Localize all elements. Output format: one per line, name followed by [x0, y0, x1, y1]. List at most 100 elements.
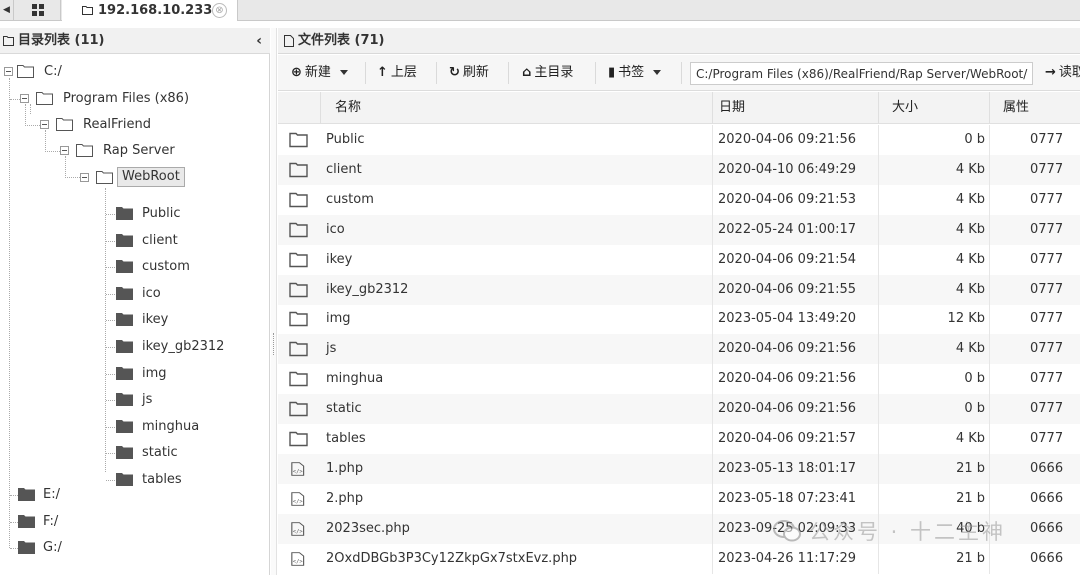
tree-node-child[interactable]: tables: [106, 470, 266, 490]
folder-icon: [116, 340, 133, 353]
code-file-icon: </>: [291, 462, 305, 476]
folder-icon: [116, 313, 133, 326]
tree-node-child[interactable]: ikey: [106, 310, 266, 330]
file-row[interactable]: Public 2020-04-06 09:21:56 0 b 0777: [278, 125, 1080, 155]
folder-icon: [289, 162, 308, 178]
tab-host[interactable]: 192.168.10.233 ⊗: [62, 0, 238, 21]
tree-toggle-icon[interactable]: [80, 173, 89, 182]
folder-icon: [3, 36, 14, 46]
file-date: 2020-04-06 09:21:56: [718, 341, 857, 357]
file-row[interactable]: js 2020-04-06 09:21:56 4 Kb 0777: [278, 334, 1080, 365]
folder-icon: [18, 488, 35, 501]
bookmark-button[interactable]: ▮ 书签: [608, 55, 662, 91]
collapse-panel-button[interactable]: ‹: [256, 28, 262, 54]
directory-panel: 目录列表 (11) ‹ C:/ Program Files (x86) Real…: [0, 28, 270, 575]
chevron-down-icon: [653, 70, 662, 75]
tree-node-webroot[interactable]: WebRoot: [80, 167, 260, 188]
tree-node-child[interactable]: img: [106, 364, 266, 384]
tab-bar: ◀ 192.168.10.233 ⊗: [0, 0, 1080, 21]
tree-node-child[interactable]: minghua: [106, 417, 266, 437]
refresh-icon: ↻: [449, 65, 460, 80]
file-row[interactable]: </> 2.php 2023-05-18 07:23:41 21 b 0666: [278, 483, 1080, 514]
tree-node-drive-f[interactable]: F:/: [10, 512, 130, 532]
tree-node-program-files[interactable]: Program Files (x86): [20, 89, 260, 109]
column-header-size[interactable]: 大小: [878, 92, 989, 124]
tree-node-drive-g[interactable]: G:/: [10, 538, 130, 558]
file-row[interactable]: tables 2020-04-06 09:21:57 4 Kb 0777: [278, 424, 1080, 454]
refresh-button[interactable]: ↻ 刷新: [449, 55, 489, 91]
tree-toggle-icon[interactable]: [4, 67, 13, 76]
folder-icon: [116, 287, 133, 300]
file-row[interactable]: client 2020-04-10 06:49:29 4 Kb 0777: [278, 154, 1080, 185]
tab-host-label: 192.168.10.233: [98, 3, 213, 18]
column-header-name[interactable]: 名称: [320, 92, 712, 124]
file-row[interactable]: ikey_gb2312 2020-04-06 09:21:55 4 Kb 0777: [278, 274, 1080, 305]
file-name: 2OxdDBGb3P3Cy12ZkpGx7stxEvz.php: [326, 550, 578, 566]
arrow-right-icon: →: [1045, 65, 1056, 80]
file-size: 0 b: [964, 371, 985, 387]
file-row[interactable]: </> 2OxdDBGb3P3Cy12ZkpGx7stxEvz.php 2023-0…: [278, 543, 1080, 574]
file-name: ikey: [326, 251, 353, 267]
file-name: minghua: [326, 371, 384, 387]
file-panel-title: 文件列表 (71): [298, 33, 385, 48]
tree-node-selected-label: WebRoot: [117, 167, 185, 187]
column-header-date[interactable]: 日期: [712, 92, 878, 124]
tree-node-rap-server[interactable]: Rap Server: [60, 141, 260, 161]
file-attr: 0777: [1030, 401, 1064, 417]
folder-icon: [82, 6, 93, 15]
file-name: custom: [326, 191, 374, 207]
file-name: js: [326, 341, 337, 357]
tree-line: [25, 125, 40, 126]
file-attr: 0777: [1030, 191, 1064, 207]
file-name: ico: [326, 221, 345, 237]
column-header-attr[interactable]: 属性: [989, 92, 1080, 124]
tree-toggle-icon[interactable]: [20, 94, 29, 103]
tab-scroll-left-button[interactable]: ◀: [0, 0, 14, 20]
file-date: 2020-04-06 09:21:55: [718, 281, 857, 297]
file-row[interactable]: custom 2020-04-06 09:21:53 4 Kb 0777: [278, 184, 1080, 215]
file-icon: [284, 35, 294, 47]
folder-icon: [116, 420, 133, 433]
file-row[interactable]: img 2023-05-04 13:49:20 12 Kb 0777: [278, 304, 1080, 335]
tree-toggle-icon[interactable]: [40, 120, 49, 129]
tree-node-child[interactable]: js: [106, 390, 266, 410]
tree-node-child[interactable]: Public: [106, 204, 266, 224]
tree-node-child[interactable]: static: [106, 443, 266, 463]
file-attr: 0666: [1030, 460, 1064, 476]
tree-node-child[interactable]: client: [106, 231, 266, 251]
folder-icon: [289, 401, 308, 417]
tree-toggle-icon[interactable]: [60, 146, 69, 155]
up-level-button[interactable]: ↑ 上层: [377, 55, 417, 91]
file-panel-header: 文件列表 (71): [278, 28, 1080, 54]
tab-close-icon[interactable]: ⊗: [212, 3, 227, 18]
tree-node-drive-e[interactable]: E:/: [10, 485, 130, 505]
svg-text:</>: </>: [293, 558, 304, 564]
file-row[interactable]: static 2020-04-06 09:21:56 0 b 0777: [278, 394, 1080, 425]
tree-node-child[interactable]: ico: [106, 284, 266, 304]
path-input[interactable]: [690, 62, 1033, 85]
folder-icon: [289, 342, 308, 357]
file-row[interactable]: ikey 2020-04-06 09:21:54 4 Kb 0777: [278, 244, 1080, 275]
file-name: 1.php: [326, 460, 364, 476]
file-size: 4 Kb: [955, 221, 985, 237]
new-button[interactable]: ⊕ 新建: [291, 55, 348, 91]
folder-icon: [116, 393, 133, 406]
tree-node-realfriend[interactable]: RealFriend: [40, 115, 260, 135]
file-row[interactable]: </> 1.php 2023-05-13 18:01:17 21 b 0666: [278, 453, 1080, 484]
file-size: 21 b: [956, 460, 985, 476]
file-row[interactable]: ico 2022-05-24 01:00:17 4 Kb 0777: [278, 214, 1080, 245]
file-name: 2023sec.php: [326, 520, 410, 536]
file-name: img: [326, 311, 351, 327]
panel-splitter[interactable]: [271, 28, 277, 575]
file-row[interactable]: minghua 2020-04-06 09:21:56 0 b 0777: [278, 364, 1080, 395]
read-button[interactable]: → 读取: [1045, 55, 1080, 91]
file-size: 4 Kb: [955, 281, 985, 297]
tree-node-drive-c[interactable]: C:/: [4, 62, 204, 82]
home-directory-button[interactable]: ⌂ 主目录: [522, 55, 573, 91]
tree-node-child[interactable]: custom: [106, 257, 266, 277]
tree-node-child[interactable]: ikey_gb2312: [106, 337, 266, 357]
folder-open-icon: [17, 65, 34, 78]
file-size: 4 Kb: [955, 431, 985, 446]
grid-icon[interactable]: [15, 0, 61, 20]
folder-icon: [18, 541, 35, 554]
